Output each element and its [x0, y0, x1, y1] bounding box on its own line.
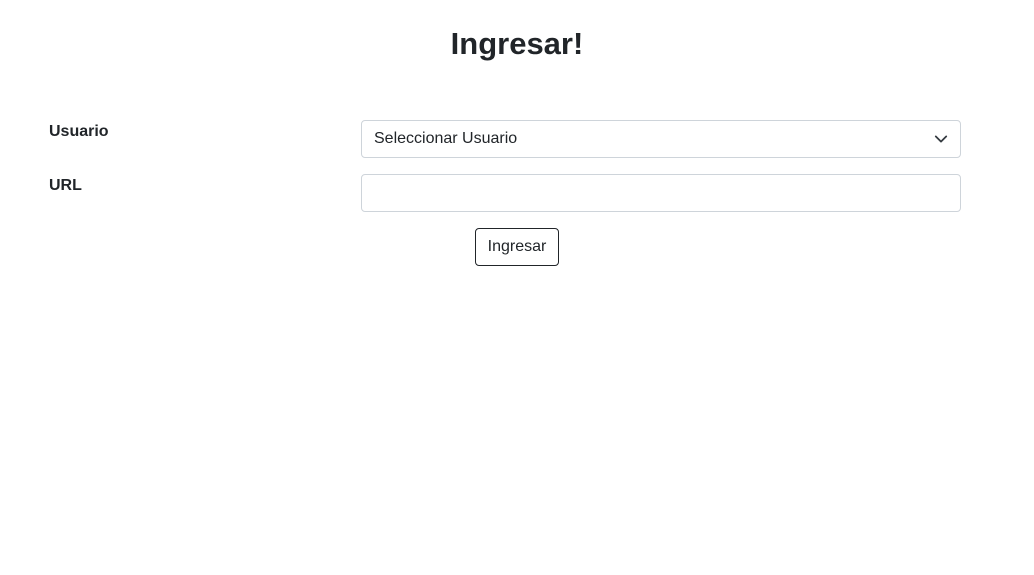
page-title: Ingresar! [450, 26, 584, 61]
usuario-select[interactable]: Seleccionar Usuario [361, 120, 961, 158]
usuario-select-value: Seleccionar Usuario [374, 130, 518, 147]
login-page: Ingresar! Usuario Seleccionar Usuario UR… [0, 0, 1034, 575]
url-input[interactable] [361, 174, 961, 212]
chevron-down-icon [934, 132, 948, 146]
usuario-label: Usuario [49, 123, 109, 140]
ingresar-button[interactable]: Ingresar [475, 228, 559, 266]
url-label: URL [49, 177, 82, 194]
